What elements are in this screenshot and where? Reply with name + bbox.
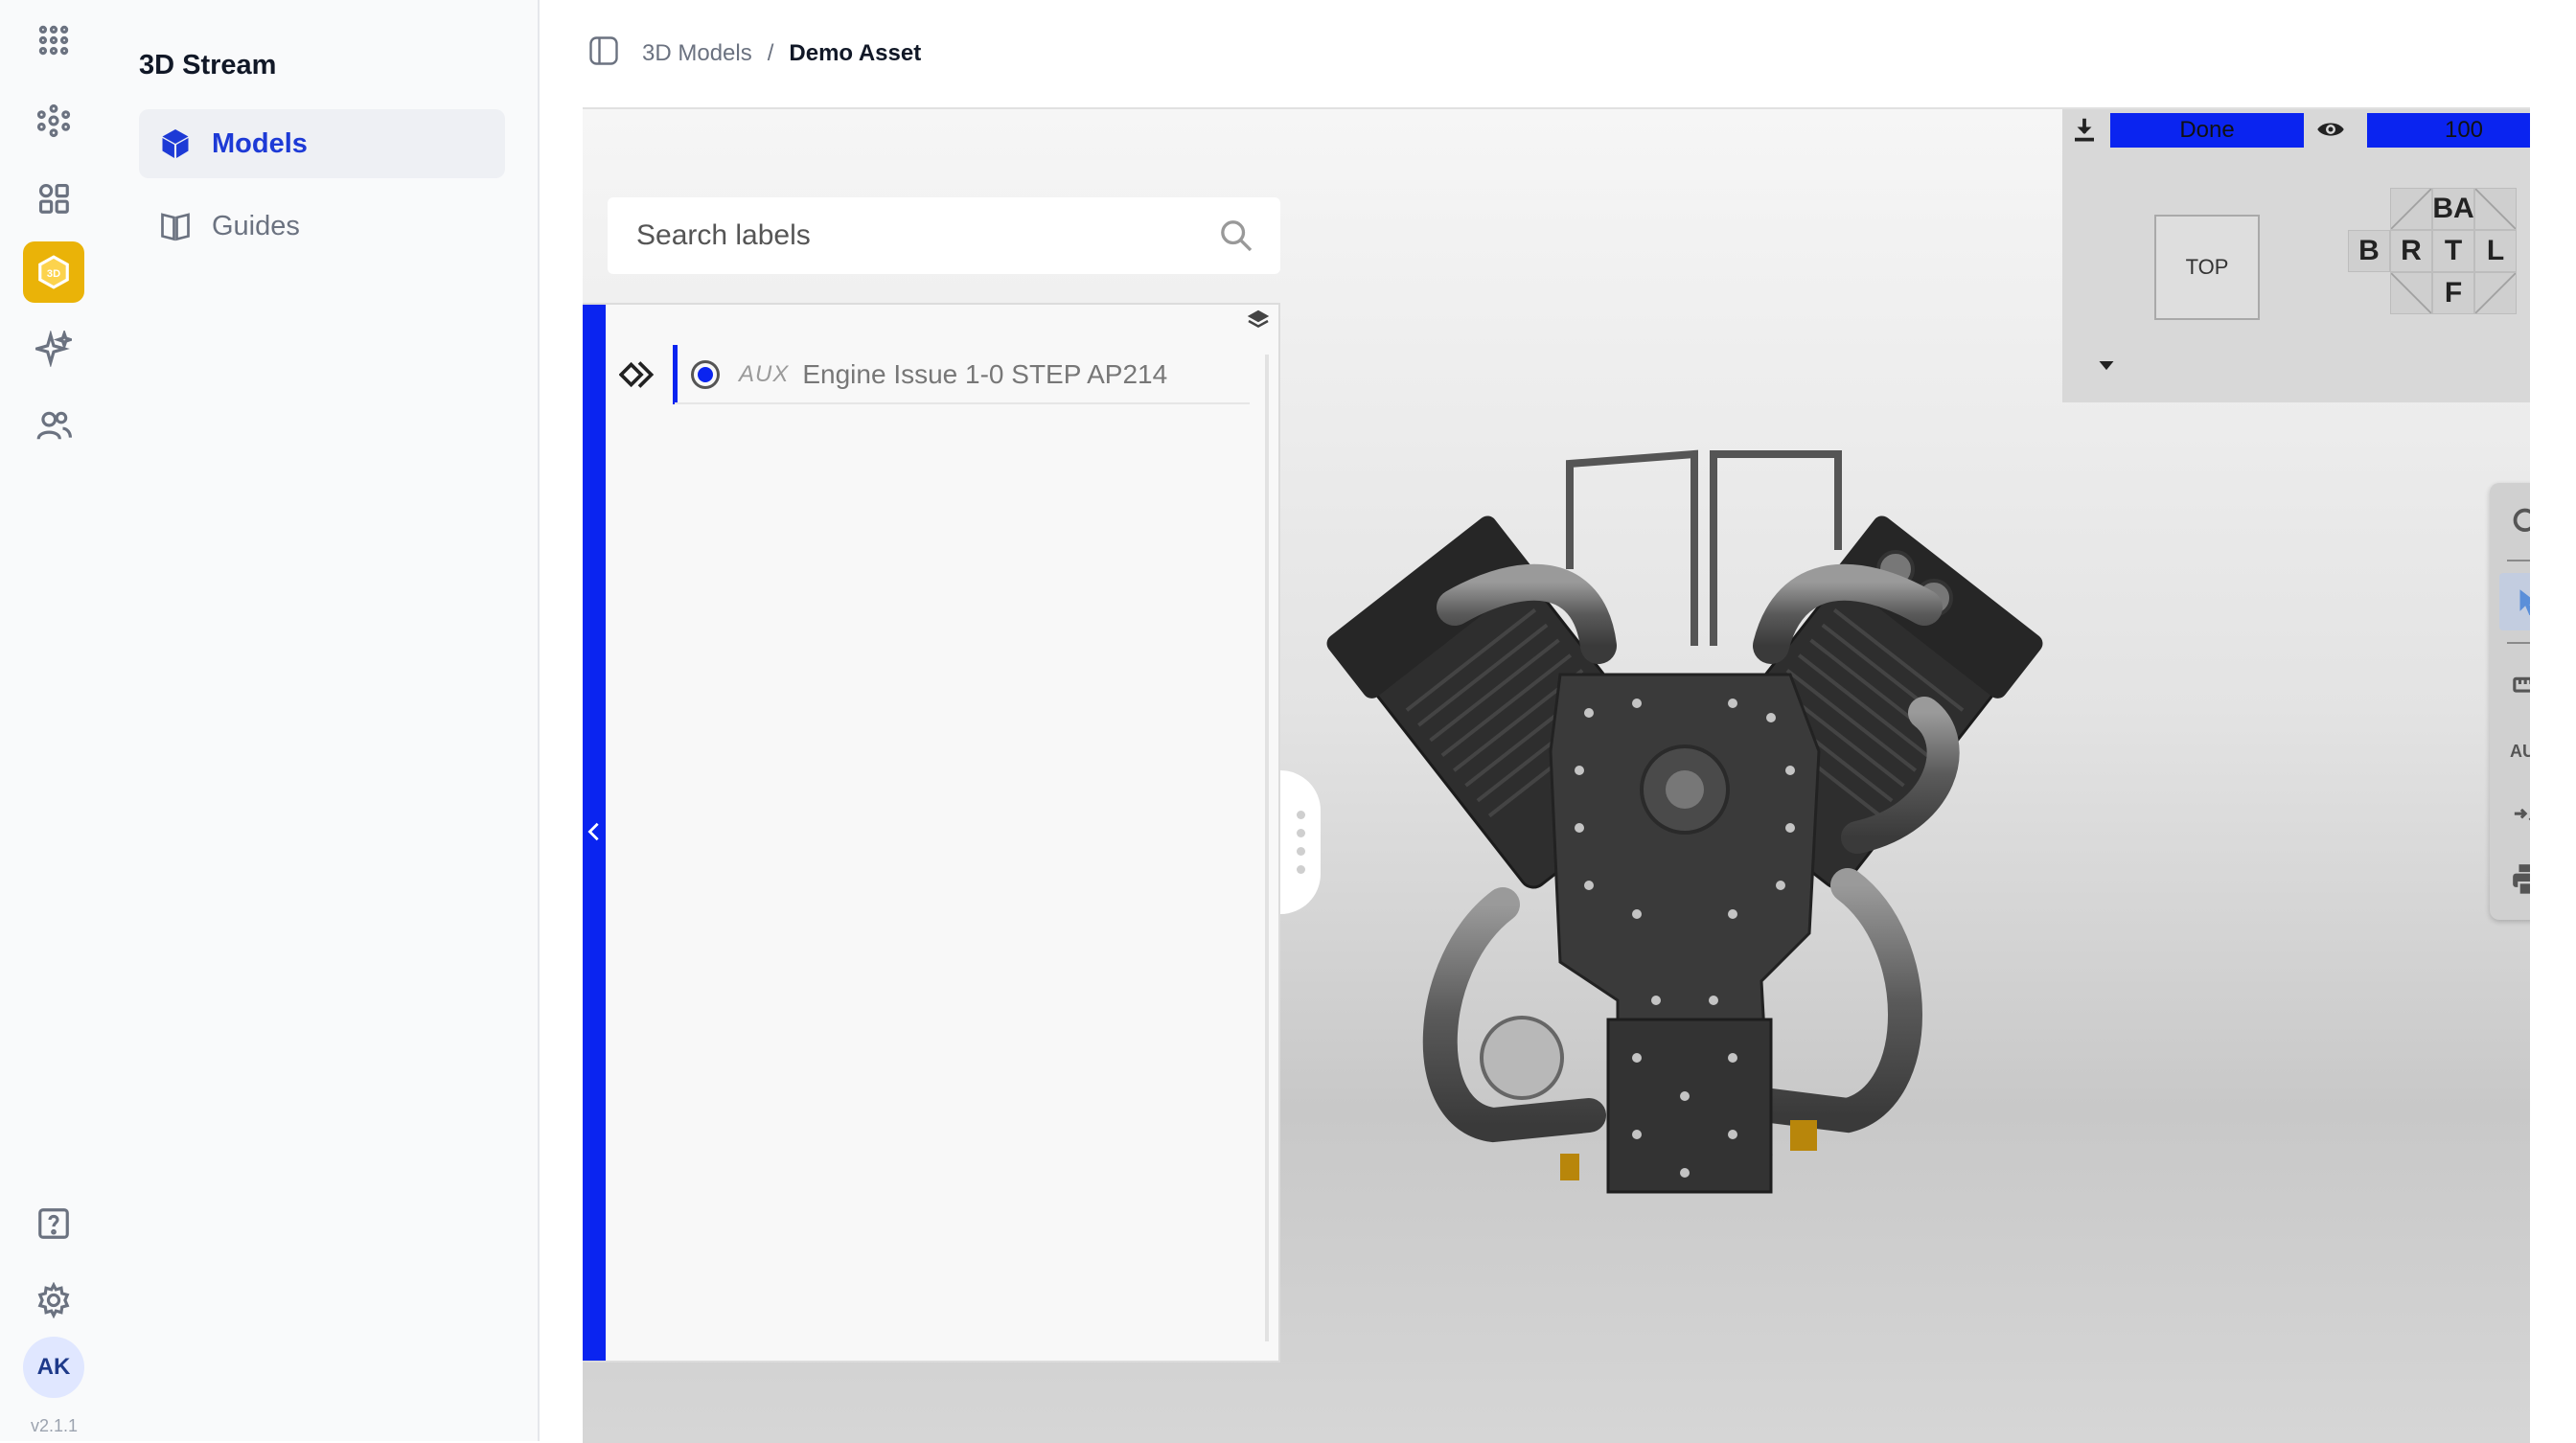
breadcrumb-separator: / <box>767 40 774 66</box>
3d-icon[interactable]: 3D <box>23 241 84 303</box>
cube-face-top[interactable]: T <box>2432 230 2474 272</box>
aux-tag: AUX <box>739 361 790 387</box>
apps-grid-icon[interactable] <box>23 10 84 71</box>
list-item[interactable]: AUX Engine Issue 1-0 STEP AP214 <box>619 345 1280 404</box>
sidebar-toggle-icon[interactable] <box>586 34 621 75</box>
caret-down-icon[interactable] <box>2095 356 2118 376</box>
3d-badge-text: 3D <box>47 268 60 280</box>
print-tool[interactable] <box>2499 851 2530 908</box>
view-cube-panel: Done 100 TOP BA B R T L F <box>2062 109 2530 402</box>
cube-face-right[interactable]: R <box>2390 230 2432 272</box>
download-icon[interactable] <box>2070 115 2099 144</box>
icon-rail: 3D AK v2.1.1 <box>0 0 108 1441</box>
label-name: Engine Issue 1-0 STEP AP214 <box>802 359 1168 389</box>
cube-corner[interactable] <box>2474 272 2517 314</box>
viewer-toolbar: AUX <box>2490 483 2530 920</box>
breadcrumb-current: Demo Asset <box>789 40 922 66</box>
toolbar-divider <box>2507 560 2530 561</box>
avatar[interactable]: AK <box>23 1337 84 1398</box>
aux-tool-label: AUX <box>2509 741 2530 761</box>
explode-tool[interactable] <box>2499 788 2530 845</box>
labels-panel: AUX Engine Issue 1-0 STEP AP214 <box>583 303 1280 1363</box>
nav-sidebar: 3D Stream Models Guides <box>108 0 540 1441</box>
users-icon[interactable] <box>23 395 84 456</box>
opacity-bar[interactable]: 100 <box>2367 113 2530 148</box>
printer-icon <box>2513 864 2530 897</box>
load-status-bar: Done <box>2110 113 2304 148</box>
expand-arrows-icon[interactable] <box>619 359 659 390</box>
select-tool[interactable] <box>2499 573 2530 630</box>
book-icon <box>156 207 195 245</box>
aux-tool[interactable]: AUX <box>2499 722 2530 780</box>
engine-model[interactable] <box>1273 425 2097 1240</box>
label-radio[interactable] <box>691 360 720 389</box>
app-version: v2.1.1 <box>30 1416 79 1435</box>
nav-item-label: Models <box>212 127 308 159</box>
nav-item-models[interactable]: Models <box>139 109 505 178</box>
search-input[interactable] <box>634 218 1194 253</box>
pointer-icon <box>2519 589 2530 616</box>
chevron-left-icon <box>587 822 599 841</box>
cube-face-left[interactable]: L <box>2474 230 2517 272</box>
row-selection-bar <box>673 345 678 404</box>
sparkles-icon[interactable] <box>23 318 84 379</box>
layers-icon[interactable] <box>1244 307 1273 335</box>
ruler-icon <box>2513 676 2530 693</box>
magnifier-icon <box>2513 508 2530 533</box>
help-icon[interactable] <box>23 1193 84 1254</box>
row-divider <box>675 402 1250 404</box>
panel-drag-handle[interactable] <box>1280 770 1321 914</box>
search-icon[interactable] <box>1217 217 1255 255</box>
cube-face-front[interactable]: F <box>2432 272 2474 314</box>
cube-icon <box>156 125 195 163</box>
scrollbar[interactable] <box>1265 355 1269 1341</box>
network-icon[interactable] <box>23 90 84 151</box>
app-title: 3D Stream <box>139 50 277 80</box>
3d-viewer[interactable]: AUX Engine Issue 1-0 STEP AP214 Done 100… <box>583 107 2530 1443</box>
breadcrumb-link[interactable]: 3D Models <box>642 40 752 67</box>
cube-face-bottom[interactable]: B <box>2348 230 2390 272</box>
modules-icon[interactable] <box>23 168 84 229</box>
toolbar-divider <box>2507 642 2530 644</box>
cube-face-back[interactable]: BA <box>2432 188 2474 230</box>
zoom-tool[interactable] <box>2499 494 2530 552</box>
cube-corner[interactable] <box>2474 188 2517 230</box>
collapse-panel-button[interactable] <box>583 813 606 851</box>
top-view-button[interactable]: TOP <box>2154 215 2260 320</box>
nav-item-guides[interactable]: Guides <box>139 192 505 261</box>
search-labels <box>608 197 1280 274</box>
cube-corner[interactable] <box>2390 272 2432 314</box>
eye-icon[interactable] <box>2313 115 2348 144</box>
measure-tool[interactable] <box>2499 655 2530 713</box>
cube-corner[interactable] <box>2390 188 2432 230</box>
compress-icon <box>2514 808 2530 821</box>
nav-item-label: Guides <box>212 210 300 241</box>
breadcrumb: 3D Models / Demo Asset <box>586 34 921 73</box>
gear-icon[interactable] <box>23 1270 84 1331</box>
